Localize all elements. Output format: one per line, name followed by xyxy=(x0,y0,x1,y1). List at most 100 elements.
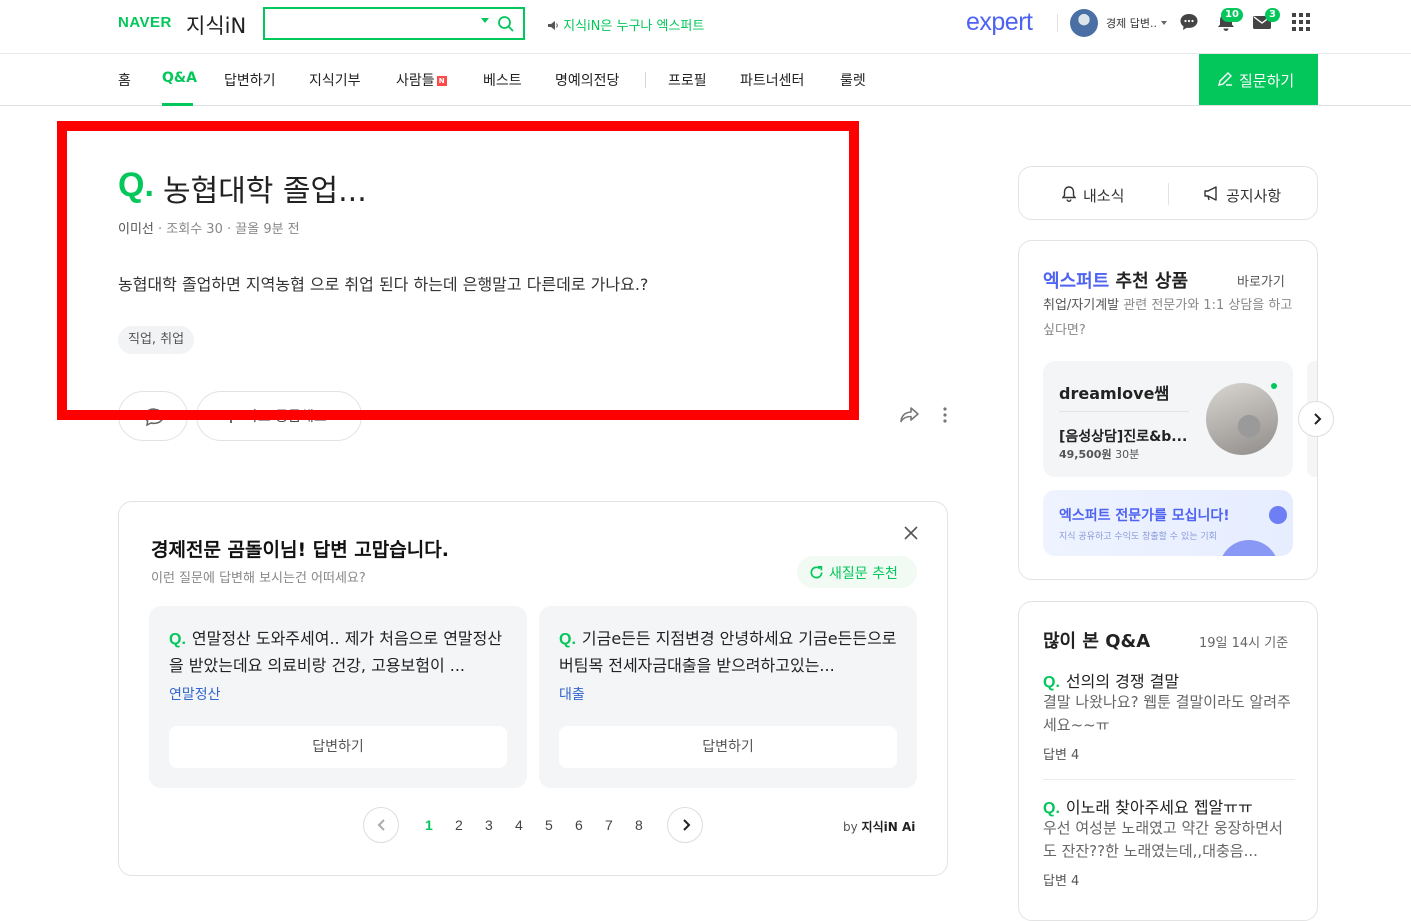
suggestion-title: 경제전문 곰돌이님! 답변 고맙습니다. xyxy=(151,539,449,561)
recommended-question-card[interactable]: Q. 기금e든든 지점변경 안녕하세요 기금e든든으로 버팀목 전세자금대출을 받… xyxy=(539,606,917,788)
popular-question-body[interactable]: 우선 여성분 노래였고 약간 웅장하면서도 잔잔??한 노래였는데,,대충음..… xyxy=(1043,817,1295,863)
expert-name: dreamlove쌤 xyxy=(1059,384,1170,403)
answer-count: 답변 4 xyxy=(1043,874,1080,889)
header-divider xyxy=(1057,14,1058,32)
my-news-link[interactable]: 내소식 xyxy=(1083,185,1124,206)
chat-icon[interactable] xyxy=(1179,12,1199,36)
recruit-decoration xyxy=(1269,506,1287,524)
search-input[interactable] xyxy=(271,13,467,34)
popular-qna-box: 많이 본 Q&A 19일 14시 기준 Q. 선의의 경쟁 결말 결말 나왔나요?… xyxy=(1018,601,1318,921)
apps-grid-icon[interactable] xyxy=(1292,13,1310,35)
popular-question-title[interactable]: Q. 선의의 경쟁 결말 xyxy=(1043,668,1179,692)
notification-count-badge: 10 xyxy=(1221,8,1243,22)
nav-home[interactable]: 홈 xyxy=(118,70,131,90)
nav-answer[interactable]: 답변하기 xyxy=(224,70,276,90)
page-number[interactable]: 2 xyxy=(455,817,463,833)
kin-logo[interactable]: 지식iN xyxy=(186,10,246,40)
popular-question-body[interactable]: 결말 나왔나요? 웹툰 결말이라도 알려주세요~~ㅠ xyxy=(1043,691,1295,737)
search-options-caret-icon[interactable] xyxy=(481,18,489,23)
expert-product-card[interactable]: dreamlove쌤 [음성상담]진로&b... 49,500원 30분 xyxy=(1043,361,1293,477)
refresh-questions-button[interactable]: 새질문 추천 xyxy=(797,556,917,588)
ask-question-label: 질문하기 xyxy=(1239,73,1295,90)
expert-logo[interactable]: expert xyxy=(966,8,1033,37)
expert-next-button[interactable] xyxy=(1298,401,1334,437)
page-number[interactable]: 8 xyxy=(635,817,643,833)
highlight-box xyxy=(57,121,859,420)
nav-hall-of-fame[interactable]: 명예의전당 xyxy=(555,70,619,90)
pager-prev-button[interactable] xyxy=(363,807,399,843)
answer-button[interactable]: 답변하기 xyxy=(559,726,897,768)
powered-by-label: by 지식iN Ai xyxy=(843,818,915,835)
pager-next-button[interactable] xyxy=(667,807,703,843)
more-options-icon[interactable] xyxy=(941,405,949,429)
naver-logo[interactable]: NAVER xyxy=(118,14,172,31)
recruit-decoration xyxy=(1219,540,1279,556)
search-box xyxy=(263,7,525,40)
suggestion-card: 경제전문 곰돌이님! 답변 고맙습니다. 이런 질문에 답변해 보시는건 어떠세… xyxy=(118,501,948,876)
expert-go-link[interactable]: 바로가기 xyxy=(1237,271,1285,290)
pencil-icon xyxy=(1218,72,1232,86)
recommended-question-label: 기금e든든 지점변경 안녕하세요 기금e든든으로 버팀목 전세자금대출을 받으려… xyxy=(559,629,897,675)
expert-product-title: [음성상담]진로&b... xyxy=(1059,429,1188,445)
nav-profile[interactable]: 프로필 xyxy=(668,70,707,90)
nav-donate[interactable]: 지식기부 xyxy=(309,70,361,90)
expert-promo-link[interactable]: 지식iN은 누구나 엑스퍼트 xyxy=(547,15,704,34)
recommended-question-text[interactable]: Q. 연말정산 도와주세여.. 제가 처음으로 연말정산을 받았는데요 의료비랑 … xyxy=(169,626,509,679)
nav-best[interactable]: 베스트 xyxy=(483,70,522,90)
page-number[interactable]: 1 xyxy=(425,817,433,833)
nav-qna[interactable]: Q&A xyxy=(162,70,197,86)
recruit-subtitle: 지식 공유하고 수익도 창출할 수 있는 기회 xyxy=(1059,532,1217,542)
q-mark: Q. xyxy=(169,631,186,648)
nav-partner-center[interactable]: 파트너센터 xyxy=(740,70,804,90)
page-number[interactable]: 7 xyxy=(605,817,613,833)
popular-question-title[interactable]: Q. 이노래 찾아주세요 젭알ㅠㅠ xyxy=(1043,794,1253,818)
popular-qna-time: 19일 14시 기준 xyxy=(1199,636,1289,651)
nav-people[interactable]: 사람들 N xyxy=(396,70,447,90)
chevron-right-icon xyxy=(1314,413,1322,425)
recommended-question-tag[interactable]: 대출 xyxy=(559,684,585,704)
page-number[interactable]: 6 xyxy=(575,817,583,833)
page-number[interactable]: 3 xyxy=(485,817,493,833)
recommended-question-text[interactable]: Q. 기금e든든 지점변경 안녕하세요 기금e든든으로 버팀목 전세자금대출을 받… xyxy=(559,626,899,679)
page-number[interactable]: 5 xyxy=(545,817,553,833)
nav-people-label: 사람들 xyxy=(396,73,435,89)
ask-question-button[interactable]: 질문하기 xyxy=(1199,54,1318,105)
news-notice-box: 내소식 공지사항 xyxy=(1018,166,1318,220)
search-icon[interactable] xyxy=(497,15,515,37)
refresh-icon xyxy=(810,566,823,579)
mail-count-badge: 3 xyxy=(1265,8,1280,22)
page-number[interactable]: 4 xyxy=(515,817,523,833)
by-text: by xyxy=(843,820,858,834)
popular-question-label: 선의의 경쟁 결말 xyxy=(1065,672,1180,691)
bell-outline-icon xyxy=(1061,186,1077,202)
expert-recommend-box: 엑스퍼트 추천 상품 바로가기 취업/자기계발 관련 전문가와 1:1 상담을 … xyxy=(1018,240,1318,580)
speaker-icon xyxy=(548,21,558,30)
ai-brand: 지식iN Ai xyxy=(861,820,916,834)
recommended-question-tag[interactable]: 연말정산 xyxy=(169,684,221,704)
recommended-question-card[interactable]: Q. 연말정산 도와주세여.. 제가 처음으로 연말정산을 받았는데요 의료비랑 … xyxy=(149,606,527,788)
expert-photo xyxy=(1206,383,1278,455)
answer-button[interactable]: 답변하기 xyxy=(169,726,507,768)
duration-value: 30분 xyxy=(1115,448,1140,461)
user-avatar[interactable] xyxy=(1070,9,1098,37)
user-name[interactable]: 경제 답변.. xyxy=(1106,15,1157,31)
nav-roulette[interactable]: 룰렛 xyxy=(840,70,866,90)
megaphone-icon xyxy=(1204,186,1217,201)
top-header: NAVER 지식iN 지식iN은 누구나 엑스퍼트 expert 경제 답변..… xyxy=(0,0,1411,54)
share-icon[interactable] xyxy=(898,405,920,429)
user-menu-caret-icon[interactable] xyxy=(1161,21,1167,25)
expert-title-brand: 엑스퍼트 xyxy=(1043,271,1110,292)
promo-text: 지식iN은 누구나 엑스퍼트 xyxy=(563,19,705,34)
recommended-question-label: 연말정산 도와주세여.. 제가 처음으로 연말정산을 받았는데요 의료비랑 건강… xyxy=(169,629,503,675)
close-icon[interactable] xyxy=(900,522,922,544)
suggestion-subtitle: 이런 질문에 답변해 보시는건 어떠세요? xyxy=(151,571,366,586)
online-status-dot xyxy=(1271,383,1277,389)
expert-recruit-banner[interactable]: 엑스퍼트 전문가를 모십니다! 지식 공유하고 수익도 창출할 수 있는 기회 xyxy=(1043,490,1293,556)
refresh-label: 새질문 추천 xyxy=(829,566,898,582)
notice-link[interactable]: 공지사항 xyxy=(1226,185,1281,206)
chevron-right-icon xyxy=(683,819,691,831)
main-nav: 홈 Q&A 답변하기 지식기부 사람들 N 베스트 명예의전당 프로필 파트너센터… xyxy=(0,54,1411,106)
q-mark: Q. xyxy=(1043,800,1060,817)
expert-title-rest: 추천 상품 xyxy=(1115,271,1189,292)
new-badge: N xyxy=(436,76,447,86)
